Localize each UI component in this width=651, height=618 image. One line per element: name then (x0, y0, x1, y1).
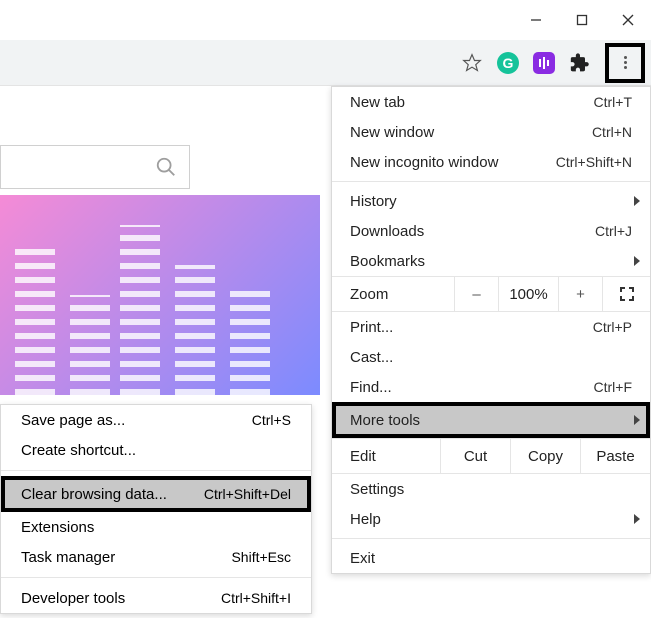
menu-label: Bookmarks (350, 253, 632, 270)
menu-label: History (350, 193, 632, 210)
submenu-label: Create shortcut... (21, 442, 291, 459)
submenu-arrow-icon (634, 514, 640, 524)
menu-item-downloads[interactable]: Downloads Ctrl+J (332, 216, 650, 246)
menu-shortcut: Ctrl+P (593, 319, 632, 335)
menu-item-new-incognito[interactable]: New incognito window Ctrl+Shift+N (332, 147, 650, 177)
menu-item-print[interactable]: Print... Ctrl+P (332, 312, 650, 342)
submenu-item-developer-tools[interactable]: Developer tools Ctrl+Shift+I (1, 583, 311, 613)
edit-copy-button[interactable]: Copy (510, 439, 580, 473)
menu-label: More tools (350, 412, 632, 429)
fullscreen-button[interactable] (602, 277, 650, 311)
more-tools-submenu: Save page as... Ctrl+S Create shortcut..… (0, 404, 312, 614)
menu-item-new-tab[interactable]: New tab Ctrl+T (332, 87, 650, 117)
menu-label: Find... (350, 379, 594, 396)
submenu-separator (1, 577, 311, 578)
menu-item-zoom: Zoom – 100% + (332, 276, 650, 312)
submenu-shortcut: Ctrl+Shift+Del (204, 486, 291, 502)
submenu-label: Clear browsing data... (21, 486, 204, 503)
edit-label: Edit (332, 448, 440, 465)
menu-label: Settings (350, 481, 632, 498)
menu-separator (332, 538, 650, 539)
window-minimize-button[interactable] (513, 0, 559, 40)
edit-cut-button[interactable]: Cut (440, 439, 510, 473)
menu-item-exit[interactable]: Exit (332, 543, 650, 573)
bookmark-star-icon[interactable] (461, 52, 483, 74)
submenu-label: Extensions (21, 519, 291, 536)
menu-item-settings[interactable]: Settings (332, 474, 650, 504)
menu-item-cast[interactable]: Cast... (332, 342, 650, 372)
menu-label: Help (350, 511, 632, 528)
submenu-arrow-icon (634, 256, 640, 266)
menu-label: Cast... (350, 349, 632, 366)
menu-label: New incognito window (350, 154, 556, 171)
zoom-in-button[interactable]: + (558, 277, 602, 311)
submenu-shortcut: Ctrl+S (252, 412, 291, 428)
menu-item-new-window[interactable]: New window Ctrl+N (332, 117, 650, 147)
search-icon (155, 156, 177, 178)
fullscreen-icon (620, 287, 634, 301)
edit-paste-button[interactable]: Paste (580, 439, 650, 473)
menu-label: Print... (350, 319, 593, 336)
grammarly-extension-icon[interactable]: G (497, 52, 519, 74)
submenu-arrow-icon (634, 415, 640, 425)
submenu-item-save-page[interactable]: Save page as... Ctrl+S (1, 405, 311, 435)
page-search-input[interactable] (0, 145, 190, 189)
submenu-label: Save page as... (21, 412, 252, 429)
menu-item-more-tools[interactable]: More tools (332, 402, 650, 438)
menu-item-edit: Edit Cut Copy Paste (332, 438, 650, 474)
window-close-button[interactable] (605, 0, 651, 40)
extensions-puzzle-icon[interactable] (569, 52, 591, 74)
zoom-out-button[interactable]: – (454, 277, 498, 311)
submenu-separator (1, 470, 311, 471)
menu-item-find[interactable]: Find... Ctrl+F (332, 372, 650, 402)
purple-extension-icon[interactable] (533, 52, 555, 74)
menu-separator (332, 181, 650, 182)
menu-shortcut: Ctrl+Shift+N (556, 154, 632, 170)
menu-shortcut: Ctrl+J (595, 223, 632, 239)
page-hero-graphic (0, 195, 320, 395)
submenu-label: Task manager (21, 549, 231, 566)
submenu-shortcut: Shift+Esc (231, 549, 291, 565)
window-titlebar (0, 0, 651, 40)
submenu-label: Developer tools (21, 590, 221, 607)
zoom-label: Zoom (332, 277, 454, 311)
zoom-percent: 100% (498, 277, 558, 311)
menu-label: New tab (350, 94, 594, 111)
submenu-item-create-shortcut[interactable]: Create shortcut... (1, 435, 311, 465)
menu-shortcut: Ctrl+F (594, 379, 633, 395)
window-maximize-button[interactable] (559, 0, 605, 40)
chrome-menu-button[interactable] (605, 43, 645, 83)
submenu-item-task-manager[interactable]: Task manager Shift+Esc (1, 542, 311, 572)
menu-label: Downloads (350, 223, 595, 240)
submenu-item-clear-browsing-data[interactable]: Clear browsing data... Ctrl+Shift+Del (1, 476, 311, 512)
menu-shortcut: Ctrl+N (592, 124, 632, 140)
browser-toolbar: G (0, 40, 651, 86)
menu-label: Exit (350, 550, 632, 567)
submenu-shortcut: Ctrl+Shift+I (221, 590, 291, 606)
submenu-arrow-icon (634, 196, 640, 206)
menu-item-bookmarks[interactable]: Bookmarks (332, 246, 650, 276)
menu-label: New window (350, 124, 592, 141)
menu-item-history[interactable]: History (332, 186, 650, 216)
menu-item-help[interactable]: Help (332, 504, 650, 534)
chrome-main-menu: New tab Ctrl+T New window Ctrl+N New inc… (331, 86, 651, 574)
menu-shortcut: Ctrl+T (594, 94, 633, 110)
submenu-item-extensions[interactable]: Extensions (1, 512, 311, 542)
